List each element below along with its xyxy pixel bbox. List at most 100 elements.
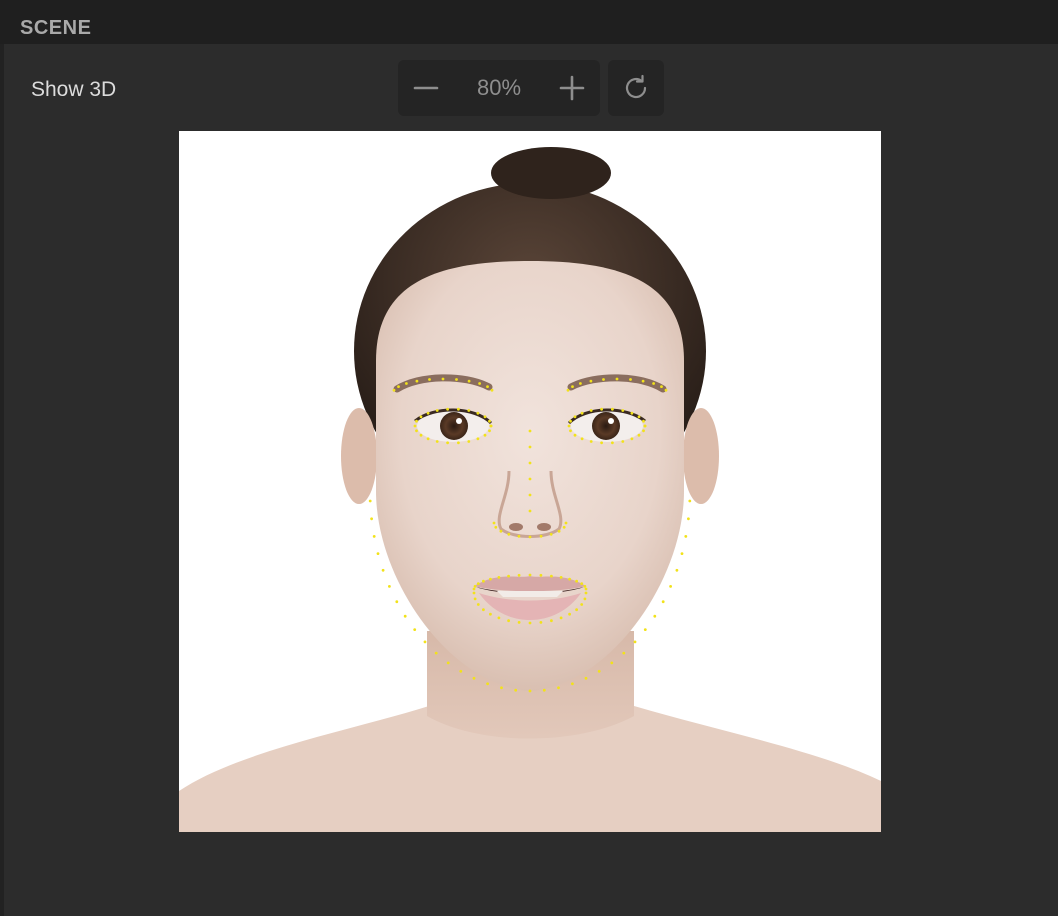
hair-bun xyxy=(491,147,611,199)
landmark-point xyxy=(370,517,373,521)
landmark-point xyxy=(642,419,645,423)
landmark-point xyxy=(415,379,419,383)
landmark-point xyxy=(517,621,521,624)
landmark-point xyxy=(569,419,572,423)
zoom-in-button[interactable] xyxy=(544,60,600,116)
landmark-point xyxy=(392,388,396,392)
landmark-point xyxy=(497,616,501,620)
landmark-point xyxy=(434,651,438,655)
landmark-point xyxy=(517,573,521,577)
landmark-point xyxy=(557,529,561,533)
reset-view-button[interactable] xyxy=(608,60,664,116)
landmark-point xyxy=(579,382,582,385)
landmark-point xyxy=(637,415,641,419)
landmark-point xyxy=(580,603,584,606)
landmark-point xyxy=(566,388,570,392)
landmark-point xyxy=(395,600,399,604)
landmark-point xyxy=(528,461,532,465)
landmark-point xyxy=(455,378,458,381)
landmark-point xyxy=(557,686,560,690)
landmark-point xyxy=(550,619,553,623)
left-ear xyxy=(341,408,377,504)
landmark-point xyxy=(435,440,439,443)
landmark-point xyxy=(641,379,645,383)
landmark-point xyxy=(497,576,501,579)
landmark-point xyxy=(573,433,577,437)
landmark-point xyxy=(559,616,563,620)
landmark-point xyxy=(643,424,647,428)
minus-icon xyxy=(413,86,439,90)
landmark-point xyxy=(630,437,634,441)
landmark-point xyxy=(528,621,532,625)
left-iris xyxy=(440,412,468,440)
landmark-point xyxy=(573,415,577,419)
landmark-point xyxy=(419,415,423,419)
landmark-point xyxy=(528,573,532,577)
landmark-point xyxy=(446,441,449,445)
show-3d-toggle[interactable]: Show 3D xyxy=(31,77,116,103)
landmark-point xyxy=(473,584,477,588)
landmark-point xyxy=(413,628,417,631)
landmark-point xyxy=(368,499,372,503)
landmark-point xyxy=(600,407,603,411)
landmark-point xyxy=(413,424,417,428)
landmark-point xyxy=(567,424,571,428)
landmark-point xyxy=(490,388,494,392)
landmark-point xyxy=(589,379,593,383)
landmark-point xyxy=(486,682,489,686)
landmark-point xyxy=(664,388,668,392)
landmark-point xyxy=(584,676,588,680)
landmark-point xyxy=(488,419,491,423)
landmark-point xyxy=(415,429,418,433)
landmark-point xyxy=(381,568,385,572)
landmark-point xyxy=(489,612,492,616)
landmark-point xyxy=(550,574,553,578)
landmark-point xyxy=(476,603,480,606)
landmark-point xyxy=(489,577,492,581)
plus-icon xyxy=(559,75,585,101)
landmark-point xyxy=(376,552,380,555)
landmark-point xyxy=(528,429,532,433)
landmark-point xyxy=(539,534,543,538)
landmark-point xyxy=(397,385,400,388)
landmark-point xyxy=(621,440,625,443)
landmark-point xyxy=(426,437,430,441)
landmark-point xyxy=(549,532,553,536)
landmark-point xyxy=(500,686,503,690)
landmark-point xyxy=(403,614,407,618)
landmark-point xyxy=(661,600,665,604)
landmark-point xyxy=(528,535,532,539)
scene-panel: SCENE Show 3D 80% xyxy=(0,0,1058,916)
landmark-point xyxy=(653,614,657,618)
landmark-point xyxy=(559,576,563,579)
landmark-point xyxy=(688,499,692,503)
landmark-point xyxy=(499,529,503,533)
panel-header: SCENE xyxy=(0,0,1058,44)
landmark-point xyxy=(568,577,571,581)
landmark-point xyxy=(680,552,684,555)
landmark-point xyxy=(528,509,532,513)
landmark-point xyxy=(584,587,588,591)
landmark-point xyxy=(542,688,546,692)
scene-viewport[interactable] xyxy=(179,131,881,832)
landmark-point xyxy=(446,407,449,411)
zoom-out-button[interactable] xyxy=(398,60,454,116)
landmark-point xyxy=(589,440,593,443)
landmark-point xyxy=(600,441,603,445)
landmark-point xyxy=(580,582,584,585)
landmark-point xyxy=(571,682,574,686)
landmark-point xyxy=(488,429,491,433)
landmark-point xyxy=(507,532,511,536)
landmark-point xyxy=(615,377,619,381)
landmark-point xyxy=(476,437,480,441)
landmark-point xyxy=(405,382,408,385)
landmark-point xyxy=(472,587,476,591)
landmark-point xyxy=(457,441,460,445)
landmark-point xyxy=(476,582,480,585)
landmark-point xyxy=(583,584,587,588)
landmark-point xyxy=(602,378,605,381)
landmark-point xyxy=(575,608,578,612)
right-iris xyxy=(592,412,620,440)
landmark-point xyxy=(539,621,543,624)
landmark-point xyxy=(426,411,430,415)
